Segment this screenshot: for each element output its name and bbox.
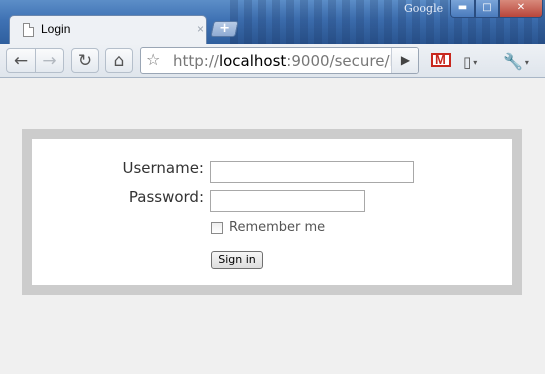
home-icon: ⌂ bbox=[113, 51, 125, 71]
page-menu-button[interactable]: ▯ ▾ bbox=[463, 53, 477, 71]
reload-icon: ↻ bbox=[77, 51, 93, 71]
forward-button[interactable]: → bbox=[36, 48, 64, 73]
gmail-icon[interactable]: M bbox=[431, 52, 451, 67]
page-icon bbox=[23, 23, 34, 37]
back-button[interactable]: ← bbox=[6, 48, 36, 73]
sign-in-button[interactable]: Sign in bbox=[211, 251, 263, 269]
bookmark-star-icon[interactable]: ☆ bbox=[146, 50, 160, 69]
url-host: localhost bbox=[218, 52, 287, 70]
password-input[interactable] bbox=[210, 190, 365, 212]
chevron-down-icon: ▾ bbox=[473, 58, 478, 67]
remember-me-checkbox[interactable] bbox=[211, 222, 223, 234]
tab-login[interactable]: Login × bbox=[9, 15, 207, 45]
browser-toolbar: ← → ↻ ⌂ ☆ http://localhost:9000/secure/l… bbox=[0, 44, 545, 78]
username-label: Username: bbox=[122, 159, 204, 177]
go-button[interactable]: ▶ bbox=[391, 48, 418, 73]
password-label: Password: bbox=[128, 188, 204, 206]
minimize-button[interactable]: ▬ bbox=[450, 0, 475, 18]
page-menu-icon: ▯ bbox=[463, 53, 472, 71]
google-label: Google bbox=[404, 2, 444, 15]
minimize-icon: ▬ bbox=[457, 2, 468, 13]
url-text[interactable]: http://localhost:9000/secure/login bbox=[173, 52, 418, 70]
wrench-menu-button[interactable]: 🔧 ▾ bbox=[503, 52, 529, 71]
tab-title: Login bbox=[41, 22, 71, 36]
address-bar[interactable]: ☆ http://localhost:9000/secure/login ▶ bbox=[140, 47, 419, 74]
new-tab-button[interactable]: + bbox=[210, 21, 239, 37]
username-input[interactable] bbox=[210, 161, 414, 183]
chevron-down-icon: ▾ bbox=[524, 58, 529, 67]
back-arrow-icon: ← bbox=[13, 51, 29, 71]
reload-button[interactable]: ↻ bbox=[71, 48, 99, 73]
maximize-icon: □ bbox=[482, 2, 492, 13]
url-scheme: http:// bbox=[173, 52, 219, 70]
tab-close-icon[interactable]: × bbox=[197, 22, 204, 36]
close-window-button[interactable]: ✕ bbox=[499, 0, 543, 18]
remember-me-label[interactable]: Remember me bbox=[229, 220, 325, 235]
maximize-button[interactable]: □ bbox=[475, 0, 499, 18]
close-icon: ✕ bbox=[516, 2, 526, 13]
page-content: Username: Password: Remember me Sign in bbox=[0, 79, 545, 374]
play-icon: ▶ bbox=[400, 53, 411, 67]
login-panel: Username: Password: Remember me Sign in bbox=[22, 129, 522, 295]
forward-arrow-icon: → bbox=[42, 51, 57, 71]
home-button[interactable]: ⌂ bbox=[105, 48, 133, 73]
plus-icon: + bbox=[219, 21, 231, 36]
gmail-letter: M bbox=[435, 52, 446, 67]
wrench-icon: 🔧 bbox=[503, 52, 523, 71]
login-form: Username: Password: Remember me Sign in bbox=[32, 139, 512, 285]
